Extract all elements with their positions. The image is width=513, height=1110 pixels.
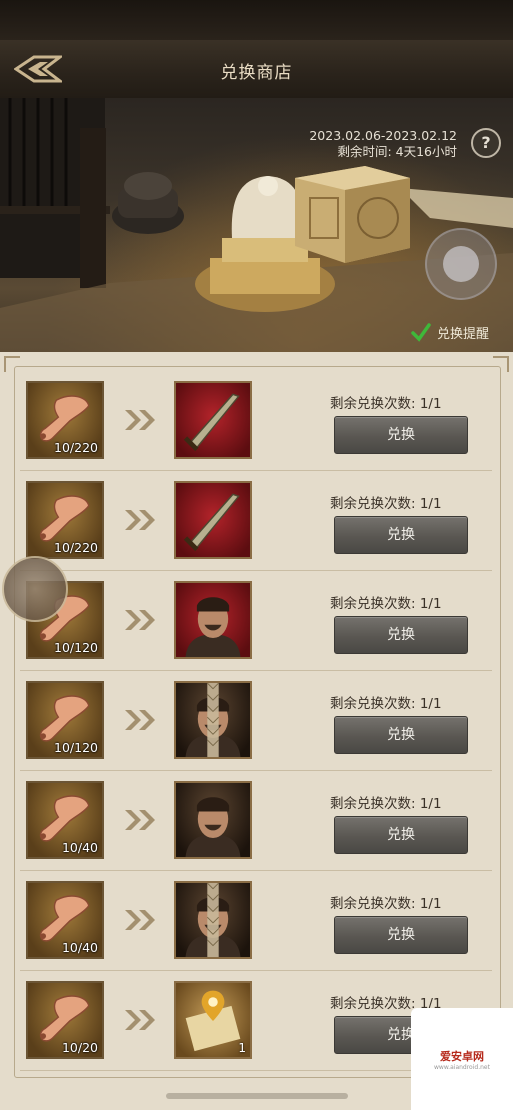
- general-fragment-icon: [176, 883, 250, 957]
- watermark-url: www.aiandroid.net: [434, 1063, 490, 1071]
- exchange-row: 10/220 剩余兑换次数: 1/1 兑换: [20, 370, 492, 471]
- date-range: 2023.02.06-2023.02.12: [309, 128, 457, 143]
- floating-menu-button[interactable]: [2, 556, 68, 622]
- exchange-list-panel: 10/220 剩余兑换次数: 1/1 兑换 10/220 剩余兑换次数: 1/1 兑换 10…: [0, 352, 513, 1110]
- general-icon: [176, 597, 250, 657]
- checkmark-icon: [411, 323, 431, 342]
- double-chevron-icon: [123, 508, 157, 532]
- double-chevron-icon: [123, 708, 157, 732]
- exchange-row: 10/120 剩余兑换次数: 1/1 兑换: [20, 570, 492, 671]
- reward-count: 1: [238, 1041, 246, 1055]
- event-period: 2023.02.06-2023.02.12 剩余时间: 4天16小时: [309, 128, 457, 160]
- exchange-row: 10/220 剩余兑换次数: 1/1 兑换: [20, 470, 492, 571]
- token-item-slot[interactable]: 10/40: [26, 781, 104, 859]
- double-chevron-icon: [123, 408, 157, 432]
- reminder-label: 兑换提醒: [436, 326, 489, 342]
- token-count: 10/40: [61, 940, 98, 955]
- reward-item-slot[interactable]: [174, 781, 252, 859]
- sword-icon: [176, 493, 250, 557]
- exchange-button[interactable]: 兑换: [334, 916, 468, 954]
- remaining-exchanges: 剩余兑换次数: 1/1: [330, 496, 442, 512]
- remaining-exchanges: 剩余兑换次数: 1/1: [330, 396, 442, 412]
- event-banner: 2023.02.06-2023.02.12 剩余时间: 4天16小时 ? 兑换提…: [0, 98, 513, 352]
- help-button[interactable]: ?: [471, 128, 501, 158]
- token-item-slot[interactable]: 10/40: [26, 881, 104, 959]
- remaining-exchanges: 剩余兑换次数: 1/1: [330, 896, 442, 912]
- token-count: 10/220: [54, 440, 98, 455]
- frame-corner: [493, 356, 509, 372]
- exchange-button[interactable]: 兑换: [334, 416, 468, 454]
- home-indicator: [166, 1093, 348, 1099]
- double-chevron-icon: [123, 908, 157, 932]
- reward-item-slot[interactable]: [174, 681, 252, 759]
- token-item-slot[interactable]: 10/220: [26, 381, 104, 459]
- token-count: 10/120: [54, 640, 98, 655]
- exchange-row: 10/40 剩余兑换次数: 1/1 兑换: [20, 770, 492, 871]
- general-fragment-icon: [176, 683, 250, 757]
- reward-item-slot[interactable]: [174, 581, 252, 659]
- exchange-button[interactable]: 兑换: [334, 616, 468, 654]
- exchange-row: 10/40 剩余兑换次数: 1/1 兑换: [20, 870, 492, 971]
- exchange-row: 10/120 剩余兑换次数: 1/1 兑换: [20, 670, 492, 771]
- token-item-slot[interactable]: 10/20: [26, 981, 104, 1059]
- double-chevron-icon: [123, 608, 157, 632]
- reward-item-slot[interactable]: [174, 481, 252, 559]
- exchange-reminder-toggle[interactable]: 兑换提醒: [411, 322, 489, 342]
- sword-icon: [176, 393, 250, 457]
- reward-item-slot[interactable]: [174, 881, 252, 959]
- token-count: 10/120: [54, 740, 98, 755]
- double-chevron-icon: [123, 1008, 157, 1032]
- frame-corner: [4, 356, 20, 372]
- reward-item-slot[interactable]: 1: [174, 981, 252, 1059]
- token-count: 10/20: [61, 1040, 98, 1055]
- token-item-slot[interactable]: 10/220: [26, 481, 104, 559]
- token-count: 10/40: [61, 840, 98, 855]
- exchange-button[interactable]: 兑换: [334, 716, 468, 754]
- reward-item-slot[interactable]: [174, 381, 252, 459]
- remaining-exchanges: 剩余兑换次数: 1/1: [330, 796, 442, 812]
- exchange-button[interactable]: 兑换: [334, 516, 468, 554]
- remaining-time: 剩余时间: 4天16小时: [337, 144, 457, 159]
- token-item-slot[interactable]: 10/120: [26, 681, 104, 759]
- remaining-exchanges: 剩余兑换次数: 1/1: [330, 696, 442, 712]
- exchange-button[interactable]: 兑换: [334, 816, 468, 854]
- page-title: 兑换商店: [220, 63, 293, 83]
- token-count: 10/220: [54, 540, 98, 555]
- header-bar: 兑换商店: [0, 40, 513, 100]
- watermark-text: 爱安卓网: [440, 1049, 484, 1063]
- double-chevron-icon: [123, 808, 157, 832]
- joystick-icon[interactable]: [425, 228, 497, 300]
- general-icon: [176, 797, 250, 857]
- remaining-exchanges: 剩余兑换次数: 1/1: [330, 596, 442, 612]
- watermark-logo: 爱安卓网 www.aiandroid.net: [411, 1008, 513, 1110]
- status-bar: [0, 0, 513, 40]
